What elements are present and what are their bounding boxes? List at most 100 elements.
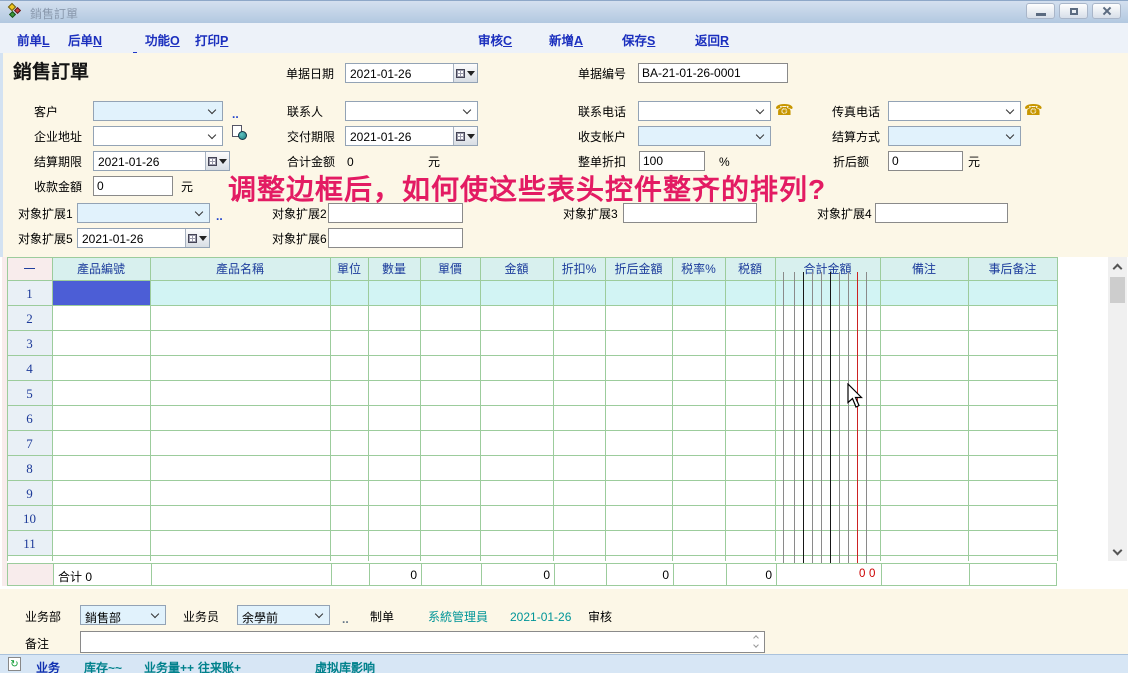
chevron-down-icon [315,610,323,618]
settle-term-date-picker[interactable]: 2021-01-26 [93,151,230,171]
received-input[interactable] [93,176,173,196]
totals-qty: 0 [369,568,417,582]
after-discount-unit: 元 [968,155,980,169]
salesman-combo[interactable]: 余學前 [237,605,330,625]
ext5-date-picker[interactable]: 2021-01-26 [77,228,210,248]
chevron-down-icon [756,131,764,139]
calendar-icon[interactable] [205,152,229,170]
chevron-down-icon [756,106,764,114]
row-number[interactable]: 7 [7,431,52,456]
function-menu-button[interactable]: 功能O [145,30,180,49]
salesman-more-link[interactable]: .. [342,612,349,626]
chevron-down-icon [1006,106,1014,114]
doc-no-input[interactable] [638,63,788,83]
settle-method-combo[interactable] [888,126,1021,146]
ext1-combo[interactable] [77,203,210,223]
chevron-down-icon [208,106,216,114]
row-number[interactable]: 3 [7,331,52,356]
detail-grid-area [0,257,1128,589]
col-header-post-remark[interactable]: 事后备注 [968,257,1057,281]
col-header-unit[interactable]: 單位 [330,257,368,281]
contact-combo[interactable] [345,101,478,121]
row-number[interactable]: 4 [7,356,52,381]
col-header-amount[interactable]: 金額 [480,257,553,281]
ext6-label: 对象扩展6 [272,232,327,246]
active-row-highlight [150,281,1057,306]
after-discount-input[interactable] [888,151,963,171]
col-header-discount-pct[interactable]: 折扣% [553,257,605,281]
address-combo[interactable] [93,126,223,146]
account-combo[interactable] [638,126,771,146]
calendar-icon[interactable] [185,229,209,247]
annotation-text: 调整边框后，如何使这些表头控件整齐的排列? [228,168,826,208]
col-header-after-discount[interactable]: 折后金額 [605,257,672,281]
col-header-remark[interactable]: 備注 [880,257,968,281]
remark-input[interactable] [80,631,765,653]
tab-business-volume[interactable]: 业务量++ [144,659,194,673]
return-button[interactable]: 返回R [695,30,729,49]
row-number[interactable]: 6 [7,406,52,431]
row-number[interactable]: 2 [7,306,52,331]
print-button[interactable]: 打印P [195,30,228,49]
totals-grand-dec: 0 [869,568,875,580]
delivery-date-picker[interactable]: 2021-01-26 [345,126,478,146]
customer-combo[interactable] [93,101,223,121]
save-button[interactable]: 保存S [622,30,655,49]
chevron-down-icon [463,106,471,114]
mouse-cursor [847,383,865,409]
dept-combo[interactable]: 銷售部 [80,605,166,625]
salesman-label: 业务员 [183,610,219,624]
col-header-tax-rate[interactable]: 税率% [672,257,725,281]
row-number[interactable]: 5 [7,381,52,406]
calendar-icon[interactable] [453,64,477,82]
selected-cell[interactable] [52,281,150,306]
phone-icon[interactable]: ☎ [775,103,794,118]
ext2-input[interactable] [328,203,463,223]
totals-label: 合计 0 [58,568,92,585]
row-number[interactable]: 1 [7,281,52,306]
received-unit: 元 [181,180,193,194]
next-doc-button[interactable]: 后单N [68,30,102,49]
row-number[interactable]: 9 [7,481,52,506]
doc-date-picker[interactable]: 2021-01-26 [345,63,478,83]
col-header-unit-price[interactable]: 單價 [420,257,480,281]
audit-button[interactable]: 审核C [478,30,512,49]
total-amount-value: 0 [347,155,354,169]
col-header-product-code[interactable]: 產品編號 [52,257,150,281]
col-header-tax[interactable]: 税額 [725,257,775,281]
chevron-down-icon [1006,131,1014,139]
minimize-button[interactable] [1026,3,1055,19]
row-number[interactable]: 8 [7,456,52,481]
prev-doc-button[interactable]: 前单L [17,30,50,49]
close-button[interactable] [1092,3,1121,19]
tab-refresh-icon[interactable]: ↻ [8,657,21,671]
ext1-more-link[interactable]: .. [216,209,223,223]
tab-business[interactable]: 业务 [36,659,60,673]
phone-icon[interactable]: ☎ [1024,103,1043,118]
ext2-label: 对象扩展2 [272,207,327,221]
tab-transactions[interactable]: 往来账+ [198,659,241,673]
row-number[interactable]: 11 [7,531,52,556]
ext1-label: 对象扩展1 [18,207,73,221]
tab-virtual-stock-impact[interactable]: 虚拟库影响 [315,659,375,673]
ext6-input[interactable] [328,228,463,248]
ext4-input[interactable] [875,203,1008,223]
customer-more-link[interactable]: .. [232,107,239,121]
col-header-product-name[interactable]: 產品名稱 [150,257,330,281]
phone-combo[interactable] [638,101,771,121]
fax-combo[interactable] [888,101,1021,121]
row-number[interactable]: 10 [7,506,52,531]
form-title: 銷售訂單 [13,57,89,84]
address-lookup-icon[interactable] [232,125,247,140]
col-header-grand-total[interactable]: 合計金額 [775,257,880,281]
spinner-icons[interactable] [752,635,761,649]
ext3-input[interactable] [623,203,757,223]
tab-inventory[interactable]: 库存~~ [84,659,122,673]
scrollbar-thumb[interactable] [1110,277,1125,303]
restore-button[interactable] [1059,3,1088,19]
calendar-icon[interactable] [453,127,477,145]
col-header-indicator[interactable]: 一 [7,257,52,281]
add-new-button[interactable]: 新增A [549,30,583,49]
col-header-qty[interactable]: 數量 [368,257,420,281]
totals-grand-int: 0 [859,568,865,580]
